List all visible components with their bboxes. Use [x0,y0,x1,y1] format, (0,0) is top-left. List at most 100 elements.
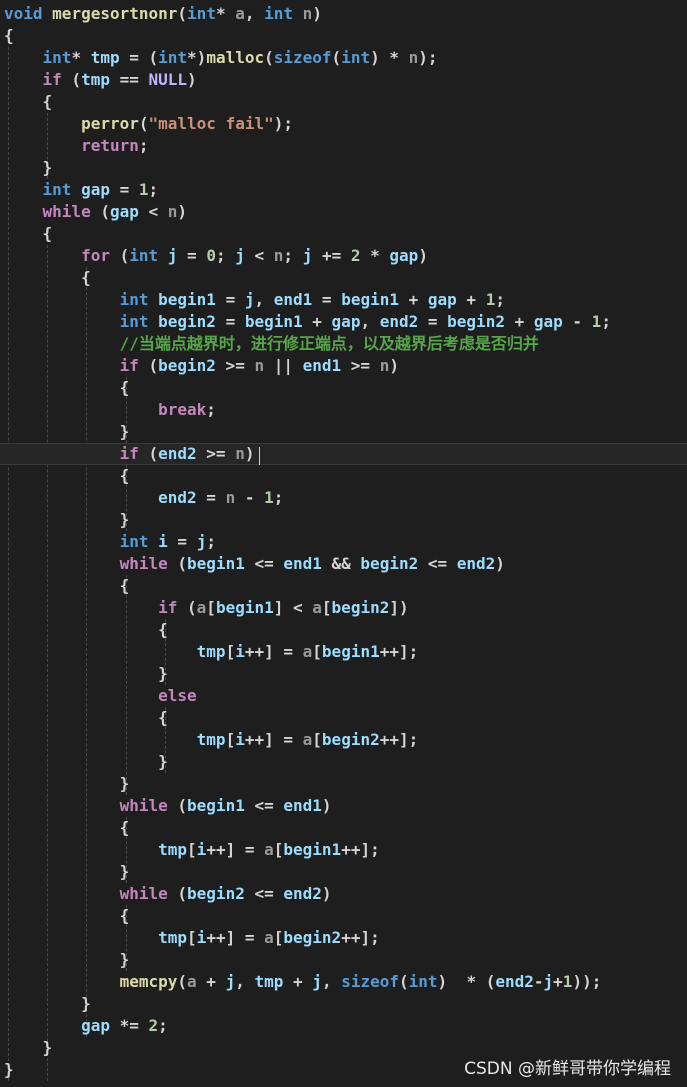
code-token: } [4,862,130,881]
code-line[interactable]: tmp[i++] = a[begin2++]; [0,927,687,949]
code-line[interactable]: } [0,509,687,531]
code-line[interactable]: while (begin1 <= end1 && begin2 <= end2) [0,553,687,575]
code-token: ( [90,202,110,221]
code-token: = [196,488,226,507]
code-line[interactable]: tmp[i++] = a[begin1++]; [0,641,687,663]
code-token: int [119,312,149,331]
code-line[interactable]: void mergesortnonr(int* a, int n) [0,3,687,25]
code-line[interactable]: { [0,267,687,289]
code-line[interactable]: if (a[begin1] < a[begin2]) [0,597,687,619]
code-line[interactable]: return; [0,135,687,157]
code-line[interactable]: } [0,751,687,773]
code-token: void [4,4,43,23]
code-line[interactable]: for (int j = 0; j < n; j += 2 * gap) [0,245,687,267]
code-token: < [138,202,168,221]
code-line[interactable]: { [0,223,687,245]
code-token: begin2 [187,884,245,903]
code-token: ; [148,180,159,199]
code-token: } [4,774,130,793]
code-token: ++] = [244,642,303,661]
code-token: ( [138,114,149,133]
code-token: begin2 [321,730,380,749]
code-token: ( [167,884,188,903]
code-token: tmp [196,642,226,661]
code-line[interactable]: while (begin1 <= end1) [0,795,687,817]
code-token: end1 [283,554,322,573]
code-line[interactable]: tmp[i++] = a[begin1++]; [0,839,687,861]
code-token: { [4,818,130,837]
code-line[interactable]: { [0,377,687,399]
code-token: [ [273,840,284,859]
watermark-text: CSDN @新鲜哥带你学编程 [464,1059,671,1079]
code-line[interactable]: } [0,773,687,795]
code-token: && [321,554,361,573]
code-line[interactable]: { [0,465,687,487]
code-token: - [533,972,544,991]
code-token: begin2 [447,312,505,331]
code-token: ( [109,246,130,265]
code-token: j [543,972,554,991]
code-token: end2 [158,488,197,507]
code-line[interactable]: { [0,905,687,927]
code-token: begin2 [360,554,419,573]
code-line[interactable]: gap *= 2; [0,1015,687,1037]
code-token: ] < [273,598,313,617]
code-line[interactable]: } [0,861,687,883]
code-line[interactable]: int begin1 = j, end1 = begin1 + gap + 1; [0,289,687,311]
code-line[interactable]: } [0,157,687,179]
code-line[interactable]: int gap = 1; [0,179,687,201]
code-token: ) * [370,48,409,67]
code-token: sizeof [341,972,399,991]
code-line[interactable]: if (end2 >= n) [0,443,687,465]
code-token: ( [138,444,159,463]
code-line[interactable]: { [0,91,687,113]
code-token: ) [495,554,505,573]
code-token: if [42,70,62,89]
code-line[interactable]: { [0,25,687,47]
code-token: ( [61,70,82,89]
code-line[interactable]: } [0,949,687,971]
code-line[interactable]: break; [0,399,687,421]
code-line[interactable]: else [0,685,687,707]
code-line[interactable]: } [0,663,687,685]
code-line[interactable]: if (begin2 >= n || end1 >= n) [0,355,687,377]
code-line[interactable]: int i = j; [0,531,687,553]
code-token: ) [312,4,322,23]
code-token: [ [312,730,322,749]
code-line[interactable]: int begin2 = begin1 + gap, end2 = begin2… [0,311,687,333]
code-line[interactable]: { [0,707,687,729]
code-line[interactable]: { [0,619,687,641]
code-line[interactable]: end2 = n - 1; [0,487,687,509]
code-editor[interactable]: void mergesortnonr(int* a, int n){ int* … [0,0,687,1087]
code-line[interactable]: tmp[i++] = a[begin2++]; [0,729,687,751]
code-token: //当端点越界时，进行修正端点，以及越界后考虑是否归并 [119,334,539,353]
code-token: ); [418,48,438,67]
code-line[interactable]: { [0,575,687,597]
code-token: ++] = [206,840,265,859]
code-token: <= [418,554,457,573]
code-token: [ [225,642,236,661]
code-token: if [119,356,139,375]
code-line[interactable]: while (begin2 <= end2) [0,883,687,905]
code-token: if [119,444,139,463]
code-line[interactable]: } [0,993,687,1015]
code-token: { [4,466,130,485]
code-line[interactable]: memcpy(a + j, tmp + j, sizeof(int) * (en… [0,971,687,993]
code-token: for [81,246,110,265]
code-token: sizeof [273,48,332,67]
code-token: ; [273,488,284,507]
code-line[interactable]: } [0,421,687,443]
code-token: ) [321,884,332,903]
code-line[interactable]: perror("malloc fail"); [0,113,687,135]
code-line[interactable]: int* tmp = (int*)malloc(sizeof(int) * n)… [0,47,687,69]
code-line[interactable]: while (gap < n) [0,201,687,223]
code-line[interactable]: if (tmp == NULL) [0,69,687,91]
code-line[interactable]: //当端点越界时，进行修正端点，以及越界后考虑是否归并 [0,333,687,355]
code-line[interactable]: { [0,817,687,839]
